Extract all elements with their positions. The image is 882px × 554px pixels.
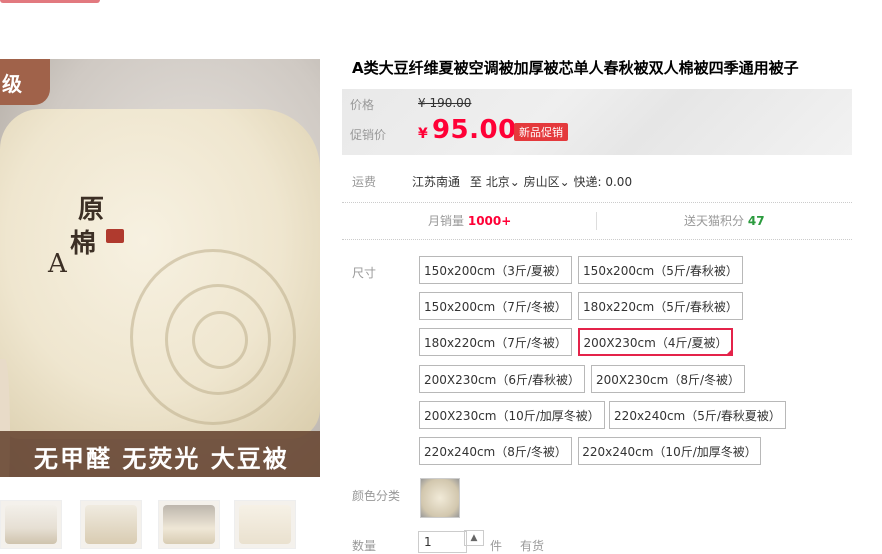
- size-option-button[interactable]: 220x240cm（8斤/冬被）: [419, 437, 572, 465]
- quantity-input[interactable]: 1: [418, 531, 467, 553]
- size-option-button[interactable]: 180x220cm（7斤/冬被）: [419, 328, 572, 356]
- price-label: 价格: [350, 98, 375, 112]
- original-price: ¥ 190.00: [418, 96, 472, 110]
- size-option-button[interactable]: 180x220cm（5斤/春秋被）: [578, 292, 743, 320]
- shipping-fee: 快递: 0.00: [573, 175, 633, 189]
- grade-badge: 级: [0, 59, 50, 105]
- divider: [342, 239, 852, 240]
- size-option-button[interactable]: 200X230cm（8斤/冬被）: [591, 365, 745, 393]
- image-banner-text: 无甲醛 无荧光 大豆被: [34, 445, 289, 473]
- thumbnail-3[interactable]: [158, 500, 220, 549]
- shipping-to: 至: [469, 175, 482, 189]
- size-option-button[interactable]: 200X230cm（6斤/春秋被）: [419, 365, 585, 393]
- monthly-sales: 月销量 1000+: [428, 214, 512, 228]
- size-option-button[interactable]: 200X230cm（4斤/夏被）: [578, 328, 733, 356]
- size-label: 尺寸: [352, 266, 377, 280]
- shipping-origin: 江苏南通: [412, 175, 461, 189]
- red-seal: [106, 229, 124, 243]
- chevron-up-icon: ▲: [470, 533, 478, 543]
- product-title: A类大豆纤维夏被空调被加厚被芯单人春秋被双人棉被四季通用被子: [352, 59, 799, 77]
- promo-price-label: 促销价: [350, 128, 387, 142]
- shipping-row: 运费 江苏南通 至 北京⌄ 房山区⌄ 快递: 0.00: [352, 173, 632, 190]
- selected-check-icon: [725, 348, 733, 356]
- size-option-button[interactable]: 150x200cm（7斤/冬被）: [419, 292, 572, 320]
- quantity-unit: 件: [490, 539, 503, 553]
- chevron-down-icon: ⌄: [559, 175, 570, 189]
- stats-row: 月销量 1000+ 送天猫积分 47: [342, 212, 852, 232]
- color-swatch[interactable]: [420, 478, 460, 518]
- shipping-label: 运费: [352, 175, 377, 189]
- quilt-illustration: 原 棉 A: [0, 99, 320, 449]
- size-option-button[interactable]: 220x240cm（10斤/加厚冬被）: [578, 437, 761, 465]
- size-option-button[interactable]: 150x200cm（5斤/春秋被）: [578, 256, 743, 284]
- promo-price: ¥ 95.00: [418, 115, 517, 145]
- chevron-down-icon: ⌄: [509, 175, 520, 189]
- thumbnail-strip: [0, 500, 320, 549]
- thumbnail-1[interactable]: [0, 500, 62, 549]
- thumbnail-4[interactable]: [234, 500, 296, 549]
- brand-stamp: 原 棉 A: [40, 189, 130, 309]
- divider: [342, 202, 852, 203]
- quantity-increase-button[interactable]: ▲: [464, 530, 484, 546]
- size-option-button[interactable]: 200X230cm（10斤/加厚冬被）: [419, 401, 605, 429]
- district-select[interactable]: 房山区⌄: [524, 175, 570, 189]
- top-accent-bar: [0, 0, 100, 3]
- size-option-button[interactable]: 220x240cm（5斤/春秋夏被）: [609, 401, 786, 429]
- thumbnail-2[interactable]: [80, 500, 142, 549]
- tmall-points: 送天猫积分 47: [684, 214, 765, 228]
- price-box: 价格 ¥ 190.00 促销价 ¥ 95.00 新品促销: [342, 89, 852, 155]
- size-option-button[interactable]: 150x200cm（3斤/夏被）: [419, 256, 572, 284]
- color-label: 颜色分类: [352, 489, 401, 503]
- promo-tag: 新品促销: [514, 123, 568, 141]
- city-select[interactable]: 北京⌄: [486, 175, 520, 189]
- main-product-image[interactable]: 原 棉 A 级 无甲醛 无荧光 大豆被: [0, 59, 320, 477]
- stock-status: 有货: [520, 539, 545, 553]
- stats-separator: [596, 212, 597, 230]
- quantity-label: 数量: [352, 539, 377, 553]
